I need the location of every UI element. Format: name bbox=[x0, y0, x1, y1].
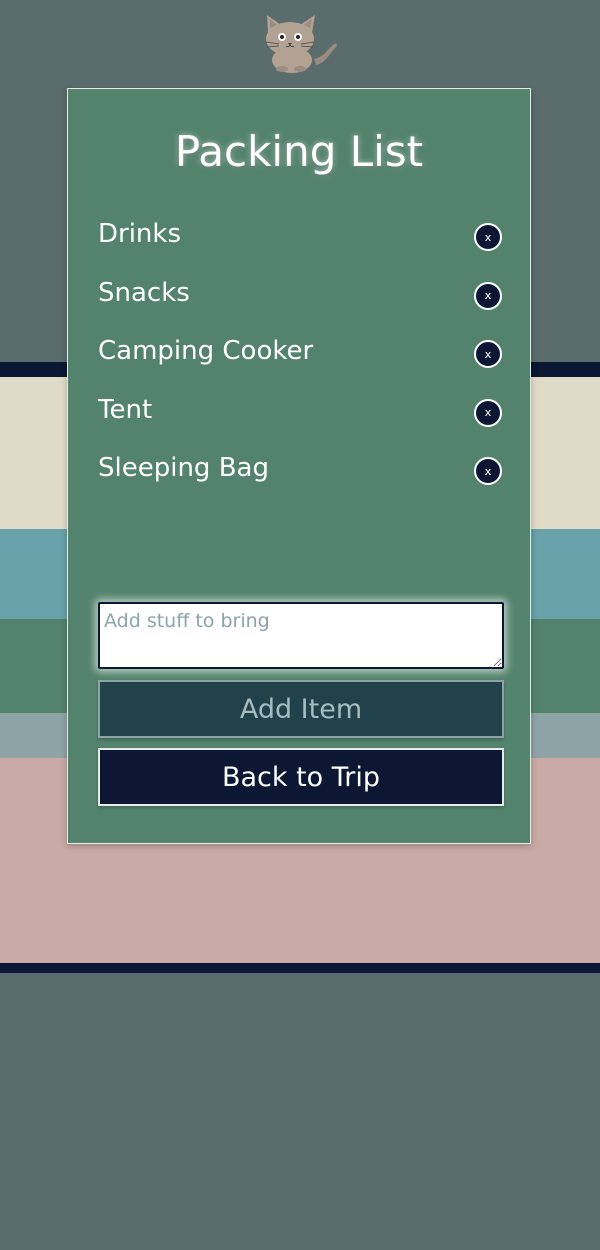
close-icon: x bbox=[484, 406, 492, 419]
item-label: Sleeping Bag bbox=[98, 453, 269, 483]
remove-item-button[interactable]: x bbox=[474, 457, 502, 485]
add-item-button[interactable]: Add Item bbox=[98, 680, 504, 738]
cat-icon bbox=[265, 15, 337, 73]
list-item: Drinks x bbox=[98, 215, 504, 274]
list-item: Camping Cooker x bbox=[98, 332, 504, 391]
list-item: Tent x bbox=[98, 391, 504, 450]
item-label: Camping Cooker bbox=[98, 336, 314, 366]
back-to-trip-button[interactable]: Back to Trip bbox=[98, 748, 504, 806]
list-item: Sleeping Bag x bbox=[98, 449, 504, 508]
close-icon: x bbox=[484, 464, 492, 478]
packing-list: Drinks x Snacks x Camping Cooker x Tent bbox=[98, 215, 504, 508]
close-icon: x bbox=[484, 230, 492, 244]
packing-list-card: Packing List Drinks x Snacks x Camping C… bbox=[67, 88, 531, 844]
item-label: Tent bbox=[98, 394, 153, 425]
page: Packing List Drinks x Snacks x Camping C… bbox=[0, 0, 600, 1250]
remove-item-button[interactable]: x bbox=[474, 340, 502, 368]
item-label: Drinks bbox=[98, 219, 182, 249]
close-icon: x bbox=[484, 289, 492, 302]
remove-item-button[interactable]: x bbox=[474, 223, 502, 251]
close-icon: x bbox=[484, 347, 492, 361]
new-item-input[interactable] bbox=[98, 602, 504, 669]
navy-stripe-bottom bbox=[0, 963, 600, 973]
remove-item-button[interactable]: x bbox=[474, 398, 502, 427]
page-title: Packing List bbox=[174, 127, 424, 176]
list-item: Snacks x bbox=[98, 274, 504, 333]
remove-item-button[interactable]: x bbox=[474, 281, 502, 310]
item-label: Snacks bbox=[98, 277, 190, 308]
